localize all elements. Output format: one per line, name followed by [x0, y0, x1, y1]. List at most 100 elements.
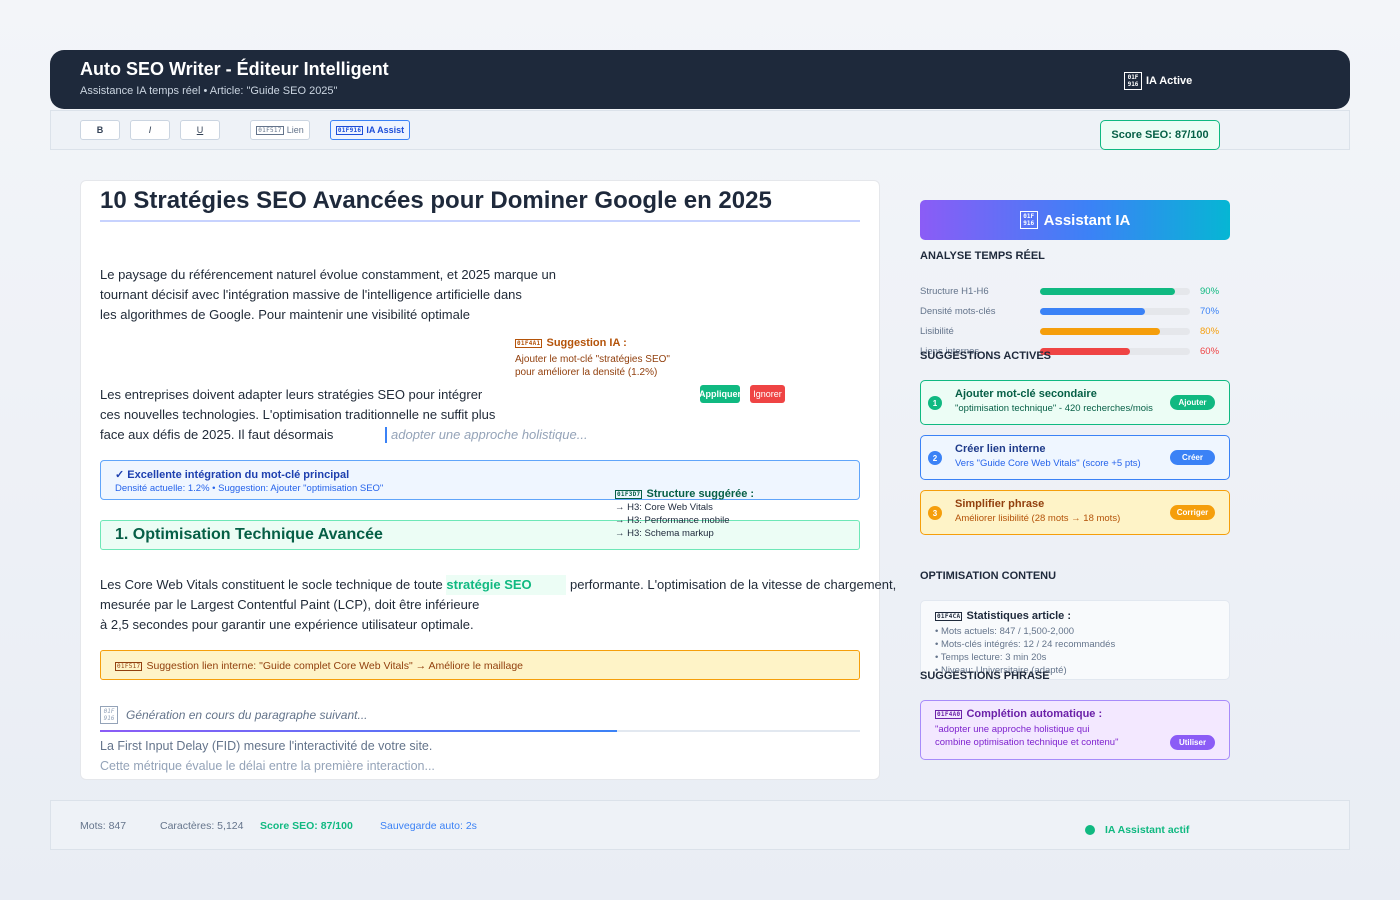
- completion-title: Complétion automatique :: [966, 708, 1103, 720]
- generated-text-line: Cette métrique évalue le délai entre la …: [100, 759, 435, 773]
- metric-label: Lisibilité: [920, 326, 954, 337]
- create-link-button[interactable]: Créer: [1170, 450, 1215, 465]
- metric-fill: [1040, 288, 1175, 295]
- autosave-status: Sauvegarde auto: 2s: [380, 820, 477, 832]
- stats-title: Statistiques article :: [966, 610, 1072, 622]
- metric-bar: [1040, 328, 1190, 335]
- robot-icon: 01F916: [100, 706, 118, 724]
- link-button[interactable]: 01F517 Lien: [250, 120, 310, 140]
- robot-icon: 01F916: [1019, 211, 1038, 229]
- keyword-analysis-detail: Densité actuelle: 1.2% • Suggestion: Ajo…: [115, 483, 384, 494]
- suggestion-detail: Vers "Guide Core Web Vitals" (score +5 p…: [955, 458, 1141, 469]
- link-icon: 01F517: [256, 125, 284, 135]
- text-segment: Les Core Web Vitals constituent le socle…: [100, 577, 447, 592]
- structure-item[interactable]: → H3: Core Web Vitals: [615, 501, 754, 514]
- italic-button[interactable]: I: [130, 120, 170, 140]
- metric-fill: [1040, 308, 1145, 315]
- app-subtitle: Assistance IA temps réel • Article: "Gui…: [80, 85, 338, 97]
- metric-bar: [1040, 288, 1190, 295]
- phrase-section-title: SUGGESTIONS PHRASE: [920, 670, 1050, 682]
- completion-line: combine optimisation technique et conten…: [935, 737, 1119, 748]
- robot-icon: 01F916: [1124, 72, 1142, 90]
- metric-value: 90%: [1200, 286, 1220, 297]
- assistant-title: Assistant IA: [1043, 211, 1131, 229]
- text-line: ces nouvelles technologies. L'optimisati…: [100, 407, 496, 422]
- completion-title-row: 01F4A0 Complétion automatique :: [935, 708, 1102, 720]
- underline-button[interactable]: U: [180, 120, 220, 140]
- ia-status-label: IA Active: [1146, 75, 1193, 87]
- stats-title-row: 01F4CA Statistiques article :: [935, 610, 1071, 622]
- seo-score-badge: Score SEO: 87/100: [1100, 120, 1220, 150]
- lightbulb-icon: 01F4A1: [515, 339, 543, 348]
- app-title: Auto SEO Writer - Éditeur Intelligent: [80, 59, 389, 79]
- bold-button[interactable]: B: [80, 120, 120, 140]
- use-completion-button[interactable]: Utiliser: [1170, 735, 1215, 750]
- correct-phrase-button[interactable]: Corriger: [1170, 505, 1215, 520]
- metric-value: 70%: [1200, 306, 1220, 317]
- structure-suggestion-popup: 01F3D7 Structure suggérée : → H3: Core W…: [615, 488, 754, 540]
- metric-label: Structure H1-H6: [920, 286, 989, 297]
- metric-value: 60%: [1200, 346, 1220, 357]
- suggestion-title: Ajouter mot-clé secondaire: [955, 388, 1097, 400]
- stat-line: • Temps lecture: 3 min 20s: [935, 652, 1047, 663]
- status-dot-icon: [1085, 825, 1095, 835]
- assistant-panel-header: 01F916 Assistant IA: [920, 200, 1230, 240]
- link-icon: 01F517: [115, 661, 143, 671]
- paragraph-intro[interactable]: Le paysage du référencement naturel évol…: [100, 265, 556, 325]
- generated-text-line: La First Input Delay (FID) mesure l'inte…: [100, 739, 433, 753]
- metric-fill: [1040, 328, 1160, 335]
- ai-suggestion-popup: 01F4A1 Suggestion IA : Ajouter le mot-cl…: [515, 337, 670, 379]
- char-count: Caractères: 5,124: [160, 820, 244, 832]
- construction-icon: 01F3D7: [615, 490, 643, 499]
- ai-suggestion-line: Ajouter le mot-clé "stratégies SEO": [515, 354, 670, 365]
- text-line: à 2,5 secondes pour garantir une expérie…: [100, 617, 474, 632]
- metric-bar: [1040, 308, 1190, 315]
- ghost-completion[interactable]: adopter une approche holistique...: [385, 427, 588, 443]
- suggestion-title: Simplifier phrase: [955, 498, 1045, 510]
- diamond-icon: 01F4A0: [935, 709, 963, 719]
- analysis-section-title: ANALYSE TEMPS RÉEL: [920, 250, 1045, 262]
- text-line: tournant décisif avec l'intégration mass…: [100, 287, 522, 302]
- section-heading-h2[interactable]: 1. Optimisation Technique Avancée: [115, 526, 383, 544]
- text-segment: performante. L'optimisation de la vitess…: [566, 577, 897, 592]
- stat-line: • Mots-clés intégrés: 12 / 24 recommandé…: [935, 639, 1116, 650]
- ai-suggestion-title: Suggestion IA :: [546, 337, 627, 349]
- text-line: les algorithmes de Google. Pour mainteni…: [100, 307, 470, 322]
- link-suggestion: 01F517 Suggestion lien interne: "Guide c…: [115, 660, 523, 672]
- ia-assist-label: IA Assist: [366, 125, 405, 135]
- add-keyword-button[interactable]: Ajouter: [1170, 395, 1215, 410]
- text-line: Le paysage du référencement naturel évol…: [100, 267, 557, 282]
- chart-icon: 01F4CA: [935, 611, 963, 621]
- suggestion-number: 1: [928, 396, 942, 410]
- ia-assistant-status: IA Assistant actif: [1105, 824, 1190, 836]
- suggestion-detail: "optimisation technique" - 420 recherche…: [955, 403, 1153, 414]
- suggestion-detail: Améliorer lisibilité (28 mots → 18 mots): [955, 513, 1121, 524]
- apply-suggestion-button[interactable]: Appliquer: [699, 385, 741, 403]
- suggestion-number: 3: [928, 506, 942, 520]
- word-count: Mots: 847: [80, 820, 127, 832]
- generation-status-text: Génération en cours du paragraphe suivan…: [126, 708, 368, 722]
- ia-assist-button[interactable]: 01F916 IA Assist: [330, 120, 410, 140]
- keyword-highlight[interactable]: stratégie SEO: [446, 575, 567, 595]
- suggestion-title: Créer lien interne: [955, 443, 1046, 455]
- text-line: Les entreprises doivent adapter leurs st…: [100, 387, 483, 402]
- footer-seo-score: Score SEO: 87/100: [260, 820, 353, 832]
- stat-line: • Mots actuels: 847 / 1,500-2,000: [935, 626, 1075, 637]
- ignore-suggestion-button[interactable]: Ignorer: [750, 385, 785, 403]
- structure-item[interactable]: → H3: Performance mobile: [615, 514, 754, 527]
- ia-status-indicator: 01F916 IA Active: [1124, 72, 1192, 90]
- metric-fill: [1040, 348, 1130, 355]
- suggestions-section-title: SUGGESTIONS ACTIVES: [920, 350, 1052, 362]
- article-title[interactable]: 10 Stratégies SEO Avancées pour Dominer …: [100, 187, 860, 222]
- metric-value: 80%: [1200, 326, 1220, 337]
- suggestion-number: 2: [928, 451, 942, 465]
- metric-label: Densité mots-clés: [920, 306, 996, 317]
- metric-bar: [1040, 348, 1190, 355]
- completion-line: "adopter une approche holistique qui: [935, 724, 1090, 735]
- optimization-section-title: OPTIMISATION CONTENU: [920, 570, 1057, 582]
- structure-item[interactable]: → H3: Schema markup: [615, 527, 754, 540]
- text-line: mesurée par le Largest Contentful Paint …: [100, 597, 480, 612]
- robot-icon: 01F916: [335, 125, 364, 135]
- generation-status: 01F916 Génération en cours du paragraphe…: [100, 706, 368, 724]
- paragraph-core-web-vitals[interactable]: Les Core Web Vitals constituent le socle…: [100, 575, 896, 635]
